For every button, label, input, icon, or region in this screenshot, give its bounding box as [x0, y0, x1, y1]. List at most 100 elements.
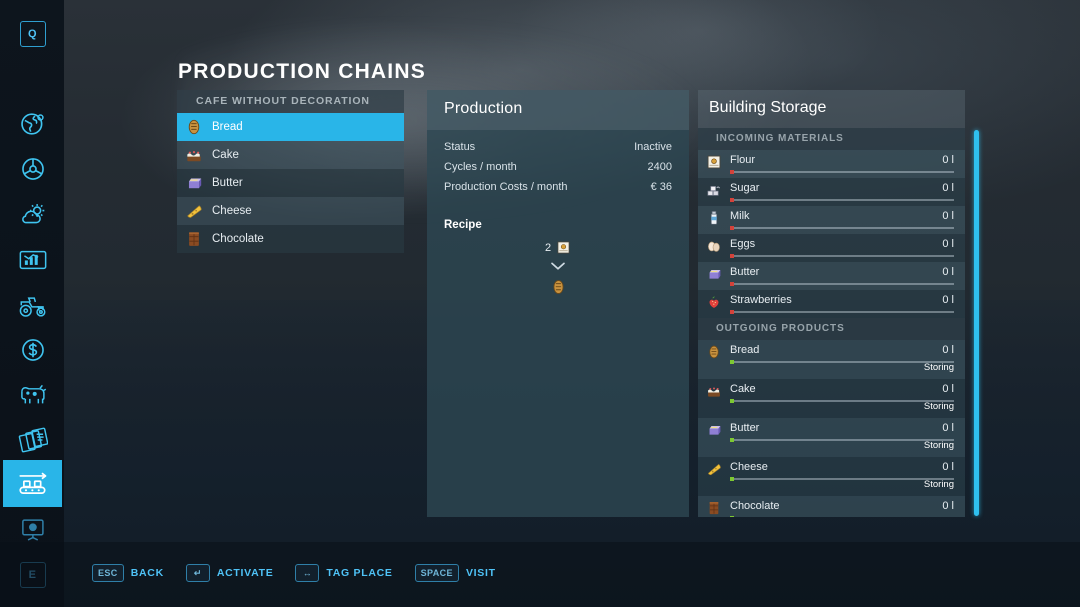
- statistics-icon: [18, 248, 48, 272]
- fill-marker: [730, 254, 734, 258]
- hint-label-back: BACK: [131, 567, 164, 579]
- storage-item-sugar[interactable]: Sugar 0 l: [698, 178, 965, 206]
- sugar-icon: [706, 182, 722, 198]
- storage-item-fill-bar: [730, 478, 954, 480]
- recipe-label: Recipe: [444, 219, 672, 231]
- chain-list-item-cheese[interactable]: Cheese: [177, 197, 404, 225]
- tractor-icon: [17, 293, 49, 319]
- storage-item-flour[interactable]: Flour 0 l: [698, 150, 965, 178]
- storage-item-status: Storing: [924, 401, 954, 412]
- storage-item-cheese[interactable]: Cheese 0 l Storing: [698, 457, 965, 496]
- storage-item-status: Storing: [924, 362, 954, 373]
- storage-item-strawberries[interactable]: Strawberries 0 l: [698, 290, 965, 318]
- hint-back[interactable]: ESC BACK: [92, 564, 164, 582]
- storage-item-label: Sugar: [730, 182, 759, 194]
- flour-icon: [706, 154, 722, 170]
- monitor-icon: [19, 517, 47, 543]
- chain-list-item-label: Bread: [212, 121, 243, 133]
- storage-item-label: Milk: [730, 210, 750, 222]
- chain-list-item-label: Butter: [212, 177, 243, 189]
- butter-icon: [185, 174, 203, 192]
- sidebar-item-contracts[interactable]: [3, 416, 62, 463]
- storage-item-butter-out[interactable]: Butter 0 l Storing: [698, 418, 965, 457]
- production-chains-icon: [16, 470, 50, 498]
- fill-marker: [730, 399, 734, 403]
- storage-item-status: Storing: [924, 479, 954, 490]
- sidebar-item-statistics[interactable]: [3, 236, 62, 283]
- storage-item-eggs[interactable]: Eggs 0 l: [698, 234, 965, 262]
- hint-label-tag-place: TAG PLACE: [326, 567, 392, 579]
- map-globe-icon: [19, 110, 47, 138]
- storage-item-chocolate[interactable]: Chocolate 0 l Storing: [698, 496, 965, 517]
- storage-item-value: 0 l: [942, 150, 954, 170]
- stat-label: Cycles / month: [444, 161, 517, 173]
- storage-item-cake[interactable]: Cake 0 l Storing: [698, 379, 965, 418]
- cake-icon: [185, 146, 203, 164]
- key-esc: ESC: [92, 564, 124, 582]
- storage-item-label: Cake: [730, 383, 756, 395]
- bread-icon: [185, 118, 203, 136]
- chevron-down-icon: [550, 261, 566, 271]
- contracts-icon: [18, 427, 48, 453]
- chocolate-icon: [706, 500, 722, 516]
- fill-marker: [730, 170, 734, 174]
- storage-item-value: 0 l: [942, 418, 954, 438]
- butter-icon: [706, 266, 722, 282]
- sidebar-item-finances[interactable]: [3, 326, 62, 373]
- storage-item-fill-bar: [730, 227, 954, 229]
- storage-item-label: Chocolate: [730, 500, 780, 512]
- storage-item-value: 0 l: [942, 496, 954, 516]
- chocolate-icon: [185, 230, 203, 248]
- key-arrows: ↔: [295, 564, 319, 582]
- production-stat-costs: Production Costs / month € 36: [444, 181, 672, 193]
- page-title: PRODUCTION CHAINS: [178, 60, 426, 84]
- storage-item-fill-bar: [730, 171, 954, 173]
- storage-item-label: Bread: [730, 344, 759, 356]
- chain-list-item-cake[interactable]: Cake: [177, 141, 404, 169]
- chain-list-item-butter[interactable]: Butter: [177, 169, 404, 197]
- production-panel: Production Status Inactive Cycles / mont…: [427, 90, 689, 517]
- sidebar-item-quest-key[interactable]: Q: [3, 10, 62, 57]
- cheese-icon: [706, 461, 722, 477]
- sidebar-item-vehicle[interactable]: [3, 145, 62, 192]
- hint-visit[interactable]: SPACE VISIT: [415, 564, 496, 582]
- butter-icon: [706, 422, 722, 438]
- sidebar-item-animals[interactable]: [3, 371, 62, 418]
- hint-tag-place[interactable]: ↔ TAG PLACE: [295, 564, 392, 582]
- fill-marker: [730, 477, 734, 481]
- stat-value: 2400: [648, 161, 672, 173]
- storage-item-value: 0 l: [942, 206, 954, 226]
- recipe-input: 2: [545, 240, 571, 255]
- storage-scrollbar[interactable]: [974, 130, 979, 516]
- bread-icon: [706, 344, 722, 360]
- sidebar-item-map[interactable]: [3, 100, 62, 147]
- hint-activate[interactable]: ↵ ACTIVATE: [186, 564, 274, 582]
- storage-item-label: Eggs: [730, 238, 755, 250]
- cow-icon: [17, 382, 49, 408]
- stat-label: Production Costs / month: [444, 181, 568, 193]
- chain-list-item-chocolate[interactable]: Chocolate: [177, 225, 404, 253]
- storage-item-value: 0 l: [942, 178, 954, 198]
- storage-item-bread[interactable]: Bread 0 l Storing: [698, 340, 965, 379]
- production-chain-list: CAFE WITHOUT DECORATION Bread Cake: [177, 90, 404, 253]
- storage-item-value: 0 l: [942, 379, 954, 399]
- storage-list[interactable]: INCOMING MATERIALS Flour 0 l: [698, 128, 965, 517]
- chain-list-item-label: Chocolate: [212, 233, 264, 245]
- storage-item-butter[interactable]: Butter 0 l: [698, 262, 965, 290]
- chain-list-item-bread[interactable]: Bread: [177, 113, 404, 141]
- storage-item-milk[interactable]: Milk 0 l: [698, 206, 965, 234]
- storage-item-status: Storing: [924, 440, 954, 451]
- finances-icon: [19, 336, 47, 364]
- recipe-input-quantity: 2: [545, 242, 551, 254]
- chain-list-item-label: Cheese: [212, 205, 252, 217]
- cake-icon: [706, 383, 722, 399]
- steering-wheel-icon: [19, 155, 47, 183]
- stat-label: Status: [444, 141, 475, 153]
- sidebar-item-weather[interactable]: [3, 190, 62, 237]
- storage-item-value: 0 l: [942, 262, 954, 282]
- sidebar-item-vehicles[interactable]: [3, 282, 62, 329]
- sidebar-item-production-chains[interactable]: [3, 460, 62, 507]
- chain-list-item-label: Cake: [212, 149, 239, 161]
- storage-item-label: Butter: [730, 422, 759, 434]
- fill-marker: [730, 282, 734, 286]
